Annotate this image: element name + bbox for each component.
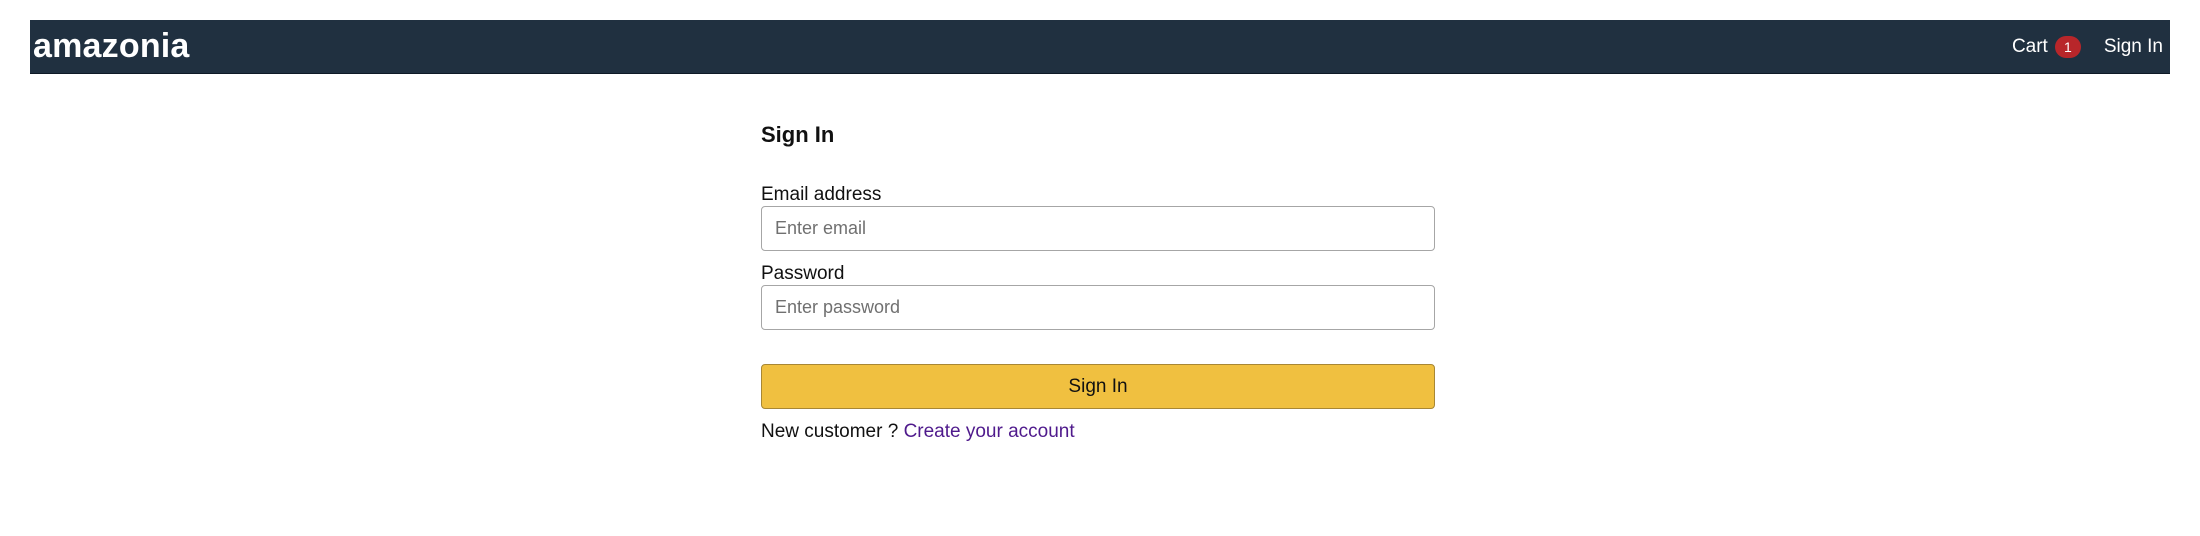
new-customer-text: New customer ? — [761, 421, 899, 442]
signin-submit-button[interactable]: Sign In — [761, 364, 1435, 409]
cart-count-badge: 1 — [2054, 35, 2081, 58]
password-label: Password — [761, 263, 845, 284]
new-customer-line: New customer ? Create your account — [761, 420, 1435, 444]
brand-logo-link[interactable]: amazonia — [33, 27, 190, 66]
email-field[interactable] — [761, 206, 1435, 251]
create-account-link[interactable]: Create your account — [904, 421, 1075, 442]
signin-form: Sign In Email address Password Sign In N… — [761, 118, 1435, 444]
top-navbar: amazonia Cart 1 Sign In — [30, 20, 2170, 74]
password-field[interactable] — [761, 285, 1435, 330]
email-label: Email address — [761, 184, 882, 205]
cart-label: Cart — [2011, 35, 2048, 57]
header-signin-link[interactable]: Sign In — [2104, 36, 2163, 58]
cart-link[interactable]: Cart 1 — [2011, 35, 2081, 58]
header-nav: Cart 1 Sign In — [2011, 35, 2163, 58]
page-title: Sign In — [761, 122, 835, 147]
